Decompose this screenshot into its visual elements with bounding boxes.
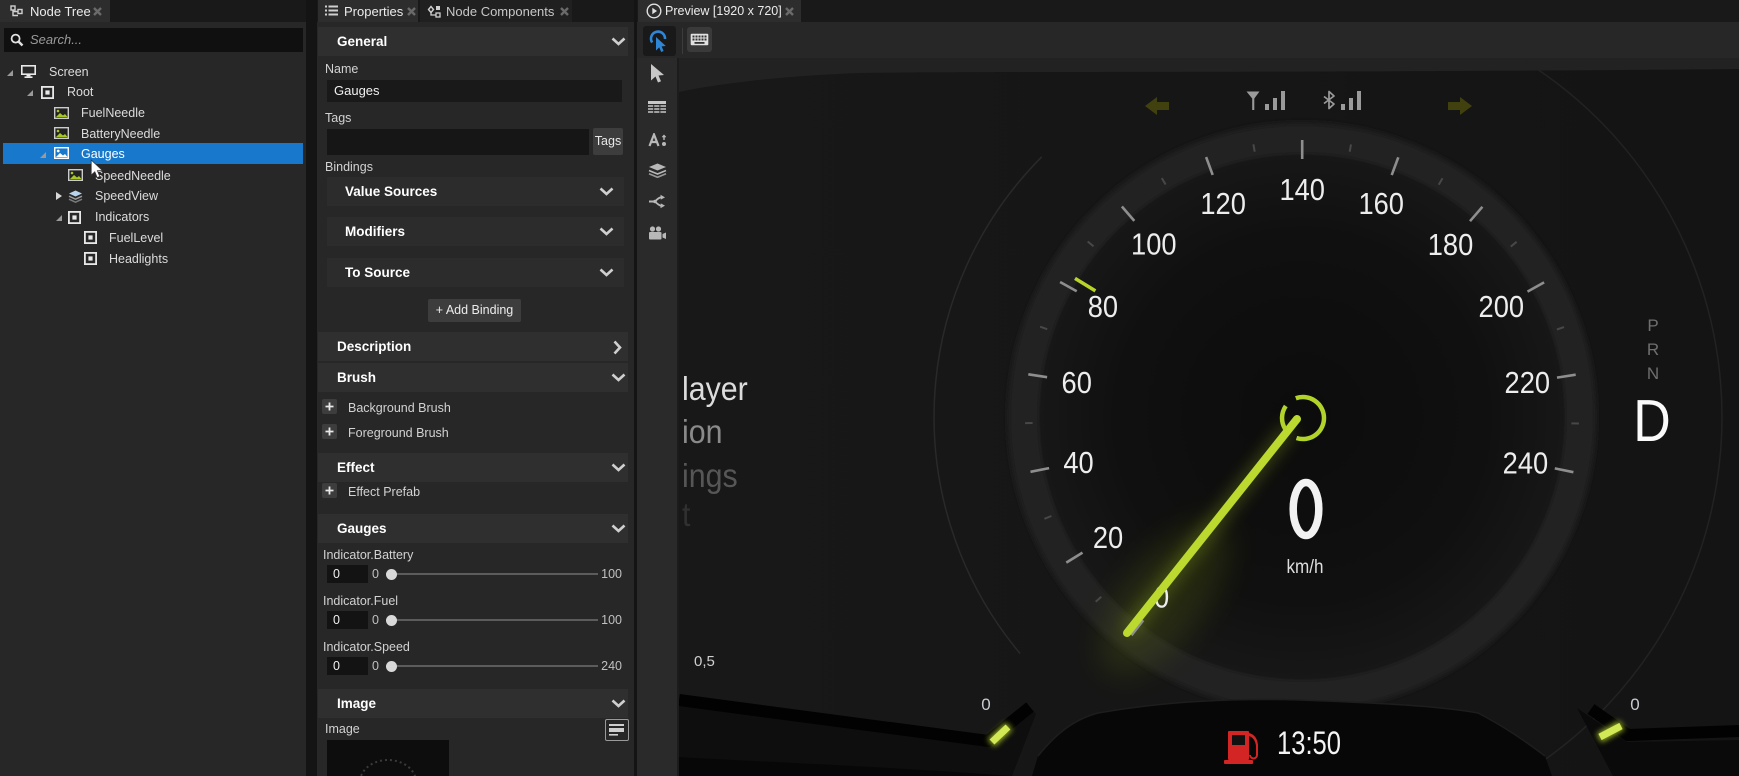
svg-text:160: 160: [1358, 188, 1404, 222]
svg-text:0: 0: [1630, 695, 1639, 714]
svg-text:140: 140: [1279, 173, 1325, 207]
svg-text:40: 40: [1063, 447, 1093, 481]
svg-text:220: 220: [1505, 367, 1551, 401]
svg-text:N: N: [1647, 364, 1659, 383]
svg-text:240: 240: [1503, 447, 1549, 481]
svg-text:t: t: [682, 496, 691, 533]
svg-text:km/h: km/h: [1286, 556, 1323, 577]
svg-text:R: R: [1647, 340, 1659, 359]
svg-text:200: 200: [1479, 291, 1525, 325]
svg-text:80: 80: [1088, 290, 1118, 324]
svg-text:60: 60: [1062, 366, 1092, 400]
svg-text:ings: ings: [682, 457, 738, 494]
svg-text:layer: layer: [682, 370, 748, 407]
svg-text:P: P: [1647, 316, 1658, 335]
svg-text:120: 120: [1200, 188, 1246, 222]
svg-text:D: D: [1633, 388, 1671, 454]
svg-text:ion: ion: [682, 413, 722, 450]
svg-text:100: 100: [1131, 228, 1177, 262]
svg-text:0,5: 0,5: [694, 653, 715, 670]
svg-text:180: 180: [1428, 228, 1474, 262]
svg-text:13:50: 13:50: [1277, 726, 1341, 761]
svg-text:0: 0: [981, 695, 990, 714]
svg-text:20: 20: [1093, 521, 1123, 555]
